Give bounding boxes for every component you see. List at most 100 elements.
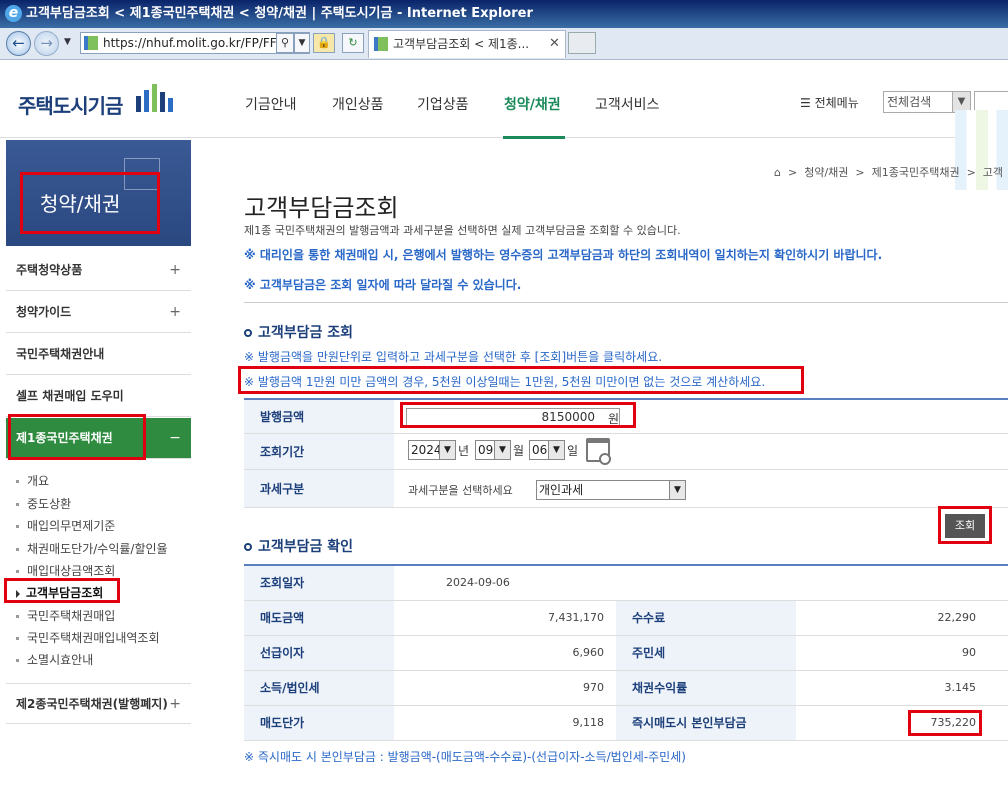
- date-value: 2024-09-06: [446, 576, 510, 589]
- tax-hint: 과세구분을 선택하세요: [408, 484, 513, 497]
- all-menu-button[interactable]: ☰ 전체메뉴: [800, 94, 859, 111]
- submenu-bond-purchase[interactable]: 국민주택채권매입: [16, 607, 115, 624]
- result-table: 조회일자 2024-09-06 매도금액 7,431,170 수수료 22,29…: [244, 564, 1008, 741]
- new-tab-button[interactable]: [568, 32, 596, 54]
- customer-charge-label: 즉시매도시 본인부담금: [616, 706, 796, 740]
- sidebar-item-self-bond-helper[interactable]: 셀프 채권매입 도우미: [6, 376, 191, 417]
- divider: [244, 302, 1008, 303]
- chevron-down-icon: ▼: [548, 441, 564, 459]
- window-title-bar: e 고객부담금조회 < 제1종국민주택채권 < 청약/채권 | 주택도시기금 -…: [0, 0, 1008, 28]
- breadcrumb-item[interactable]: 제1종국민주택채권: [872, 166, 960, 179]
- address-text: https://nhuf.molit.go.kr/FP/FF: [103, 36, 277, 50]
- highlight-box: [238, 366, 804, 394]
- close-tab-icon[interactable]: ✕: [549, 36, 560, 51]
- site-logo[interactable]: 주택도시기금: [18, 90, 123, 119]
- address-dropdown-icon[interactable]: ▼: [294, 33, 310, 53]
- day-select[interactable]: 06 ▼: [529, 440, 565, 460]
- result-section-title: 고객부담금 확인: [244, 536, 353, 556]
- bond-yield-label: 채권수익률: [616, 671, 796, 705]
- search-scope-value: 전체검색: [887, 95, 932, 109]
- amount-label: 발행금액: [244, 400, 394, 433]
- highlight-box: [8, 414, 146, 460]
- chevron-down-icon: ▼: [439, 441, 455, 459]
- form-row-period: 조회기간 2024 ▼ 년 09 ▼ 월 06 ▼ 일: [244, 434, 1008, 470]
- breadcrumb-item[interactable]: 청약/채권: [804, 166, 848, 179]
- back-button[interactable]: ←: [6, 31, 31, 56]
- fee-label: 수수료: [616, 601, 796, 635]
- home-icon[interactable]: ⌂: [774, 166, 781, 179]
- breadcrumb-item[interactable]: 고객: [983, 166, 1003, 179]
- tab-favicon-icon: [374, 37, 388, 51]
- forward-button[interactable]: →: [34, 31, 59, 56]
- prepaid-interest-label: 선급이자: [244, 636, 394, 670]
- submenu-purchase-amount-lookup[interactable]: 매입대상금액조회: [16, 562, 115, 579]
- submenu-exemption-criteria[interactable]: 매입의무면제기준: [16, 517, 115, 534]
- sale-unit-price-value: 9,118: [572, 716, 605, 729]
- nav-corporate-products[interactable]: 기업상품: [417, 94, 469, 114]
- year-select[interactable]: 2024 ▼: [408, 440, 456, 460]
- sidebar-item-subscription-guide[interactable]: 청약가이드 +: [6, 292, 191, 333]
- sidebar-item-label: 청약가이드: [16, 305, 72, 319]
- refresh-icon[interactable]: ↻: [342, 33, 364, 53]
- bullet-circle-icon: [244, 329, 252, 337]
- table-row: 매도금액 7,431,170 수수료 22,290: [244, 601, 1008, 636]
- sidebar-item-second-class-bond[interactable]: 제2종국민주택채권(발행폐지) +: [6, 683, 191, 724]
- day-unit: 일: [567, 444, 579, 458]
- nav-subscription-bonds[interactable]: 청약/채권: [504, 94, 561, 114]
- form-row-tax: 과세구분 과세구분을 선택하세요 개인과세 ▼: [244, 470, 1008, 508]
- calendar-icon[interactable]: [586, 438, 611, 465]
- main-content: ⌂ > 청약/채권 > 제1종국민주택채권 > 고객 고객부담금조회 제1종 국…: [192, 140, 1008, 798]
- plus-icon: +: [169, 304, 181, 320]
- nav-fund-info[interactable]: 기금안내: [245, 94, 297, 114]
- query-section-title: 고객부담금 조회: [244, 322, 353, 342]
- browser-toolbar: ← → ▼ https://nhuf.molit.go.kr/FP/FF ⚲ ▼…: [0, 28, 1008, 60]
- hamburger-icon: ☰: [800, 96, 811, 110]
- submenu-overview[interactable]: 개요: [16, 472, 49, 489]
- minus-icon: −: [169, 430, 181, 446]
- query-note-input: ※ 발행금액을 만원단위로 입력하고 과세구분을 선택한 후 [조회]버튼을 클…: [244, 350, 663, 364]
- nav-personal-products[interactable]: 개인상품: [332, 94, 384, 114]
- nav-customer-service[interactable]: 고객서비스: [595, 94, 659, 114]
- table-row: 소득/법인세 970 채권수익률 3.145: [244, 671, 1008, 706]
- nav-active-indicator: [503, 136, 565, 139]
- month-select[interactable]: 09 ▼: [475, 440, 511, 460]
- browser-tab[interactable]: 고객부담금조회 < 제1종...: [368, 30, 566, 58]
- breadcrumb: ⌂ > 청약/채권 > 제1종국민주택채권 > 고객: [774, 166, 1004, 179]
- highlight-box: [908, 710, 982, 736]
- logo-bars-icon: [136, 84, 173, 112]
- history-dropdown-icon[interactable]: ▼: [64, 37, 71, 47]
- submenu-purchase-history[interactable]: 국민주택채권매입내역조회: [16, 629, 159, 646]
- submenu-early-repayment[interactable]: 중도상환: [16, 495, 71, 512]
- page-title: 고객부담금조회: [244, 194, 399, 222]
- income-tax-value: 970: [583, 681, 604, 694]
- lock-icon[interactable]: 🔒: [313, 33, 335, 53]
- sale-amount-value: 7,431,170: [548, 611, 604, 624]
- sidebar-item-label: 주택청약상품: [16, 263, 83, 277]
- tax-type-select[interactable]: 개인과세 ▼: [536, 480, 686, 500]
- resident-tax-label: 주민세: [616, 636, 796, 670]
- chevron-down-icon: ▼: [669, 481, 685, 499]
- chevron-down-icon: ▼: [952, 92, 970, 112]
- bullet-circle-icon: [244, 543, 252, 551]
- period-label: 조회기간: [244, 434, 394, 469]
- year-unit: 년: [458, 444, 470, 458]
- highlight-box: [938, 506, 992, 544]
- sidebar-item-subscription-products[interactable]: 주택청약상품 +: [6, 250, 191, 291]
- date-label: 조회일자: [244, 566, 394, 600]
- submenu-sale-price-rates[interactable]: 채권매도단가/수익률/할인율: [16, 540, 168, 557]
- site-favicon-icon: [84, 36, 98, 50]
- sidebar-item-housing-bond-guide[interactable]: 국민주택채권안내: [6, 334, 191, 375]
- prepaid-interest-value: 6,960: [572, 646, 605, 659]
- resident-tax-value: 90: [962, 646, 976, 659]
- sidebar-item-label: 국민주택채권안내: [16, 347, 105, 361]
- search-icon[interactable]: ⚲: [276, 33, 294, 53]
- sidebar-item-label: 제2종국민주택채권(발행폐지): [16, 697, 168, 711]
- highlight-box: [400, 402, 636, 428]
- chevron-down-icon: ▼: [494, 441, 510, 459]
- sidebar: 청약/채권 주택청약상품 + 청약가이드 + 국민주택채권안내 셀프 채권매입 …: [4, 140, 191, 800]
- all-menu-label: 전체메뉴: [814, 96, 859, 110]
- sale-amount-label: 매도금액: [244, 601, 394, 635]
- plus-icon: +: [169, 262, 181, 278]
- table-row: 조회일자 2024-09-06: [244, 566, 1008, 601]
- submenu-prescription-guide[interactable]: 소멸시효안내: [16, 651, 93, 668]
